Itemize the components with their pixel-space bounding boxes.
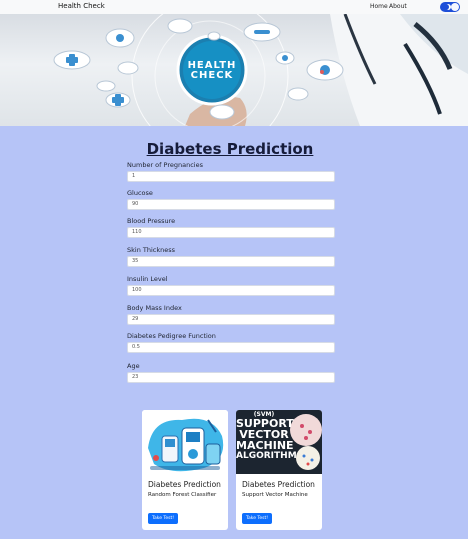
label-glucose: Glucose — [127, 189, 153, 197]
navbar: Health Check Home About — [0, 0, 468, 14]
diabetes-devices-image — [142, 410, 228, 474]
input-pedigree[interactable]: 0.5 — [127, 342, 335, 353]
label-blood-pressure: Blood Pressure — [127, 217, 176, 225]
label-age: Age — [127, 362, 140, 370]
card-random-forest: Diabetes Prediction Random Forest Classi… — [142, 410, 228, 530]
take-test-button[interactable]: Take Test! — [242, 513, 273, 524]
label-pregnancies: Number of Pregnancies — [127, 161, 203, 169]
toggle-knob — [451, 3, 459, 11]
nav-link-home[interactable]: Home — [370, 3, 388, 10]
label-insulin: Insulin Level — [127, 275, 168, 283]
hero-title-line2: CHECK — [190, 70, 234, 81]
input-skin-thickness[interactable]: 35 — [127, 256, 335, 267]
input-bmi[interactable]: 29 — [127, 314, 335, 325]
page-title: Diabetes Prediction — [146, 140, 314, 158]
svm-image-text: (SVM) SUPPORT VECTOR MACHINE ALGORITHM — [236, 411, 297, 462]
card-title: Diabetes Prediction — [148, 480, 221, 489]
svm-text-line: MACHINE — [236, 439, 294, 452]
brand-name[interactable]: Health Check — [58, 2, 105, 10]
dark-mode-toggle[interactable] — [440, 2, 460, 12]
take-test-button[interactable]: Take Test! — [148, 513, 179, 524]
card-subtitle: Random Forest Classifier — [148, 492, 217, 498]
input-pregnancies[interactable]: 1 — [127, 171, 335, 182]
card-subtitle: Support Vector Machine — [242, 492, 308, 498]
input-age[interactable]: 23 — [127, 372, 335, 383]
label-pedigree: Diabetes Pedigree Function — [127, 332, 216, 340]
input-glucose[interactable]: 90 — [127, 199, 335, 210]
input-insulin[interactable]: 100 — [127, 285, 335, 296]
moon-icon — [443, 4, 449, 10]
input-blood-pressure[interactable]: 110 — [127, 227, 335, 238]
hero-banner: HEALTH CHECK — [0, 14, 468, 126]
card-title: Diabetes Prediction — [242, 480, 315, 489]
svm-text-line: ALGORITHM — [236, 451, 297, 461]
label-skin-thickness: Skin Thickness — [127, 246, 176, 254]
label-bmi: Body Mass Index — [127, 304, 182, 312]
card-svm: (SVM) SUPPORT VECTOR MACHINE ALGORITHM D… — [236, 410, 322, 530]
hero-title: HEALTH CHECK — [172, 61, 252, 81]
nav-link-about[interactable]: About — [389, 3, 407, 10]
